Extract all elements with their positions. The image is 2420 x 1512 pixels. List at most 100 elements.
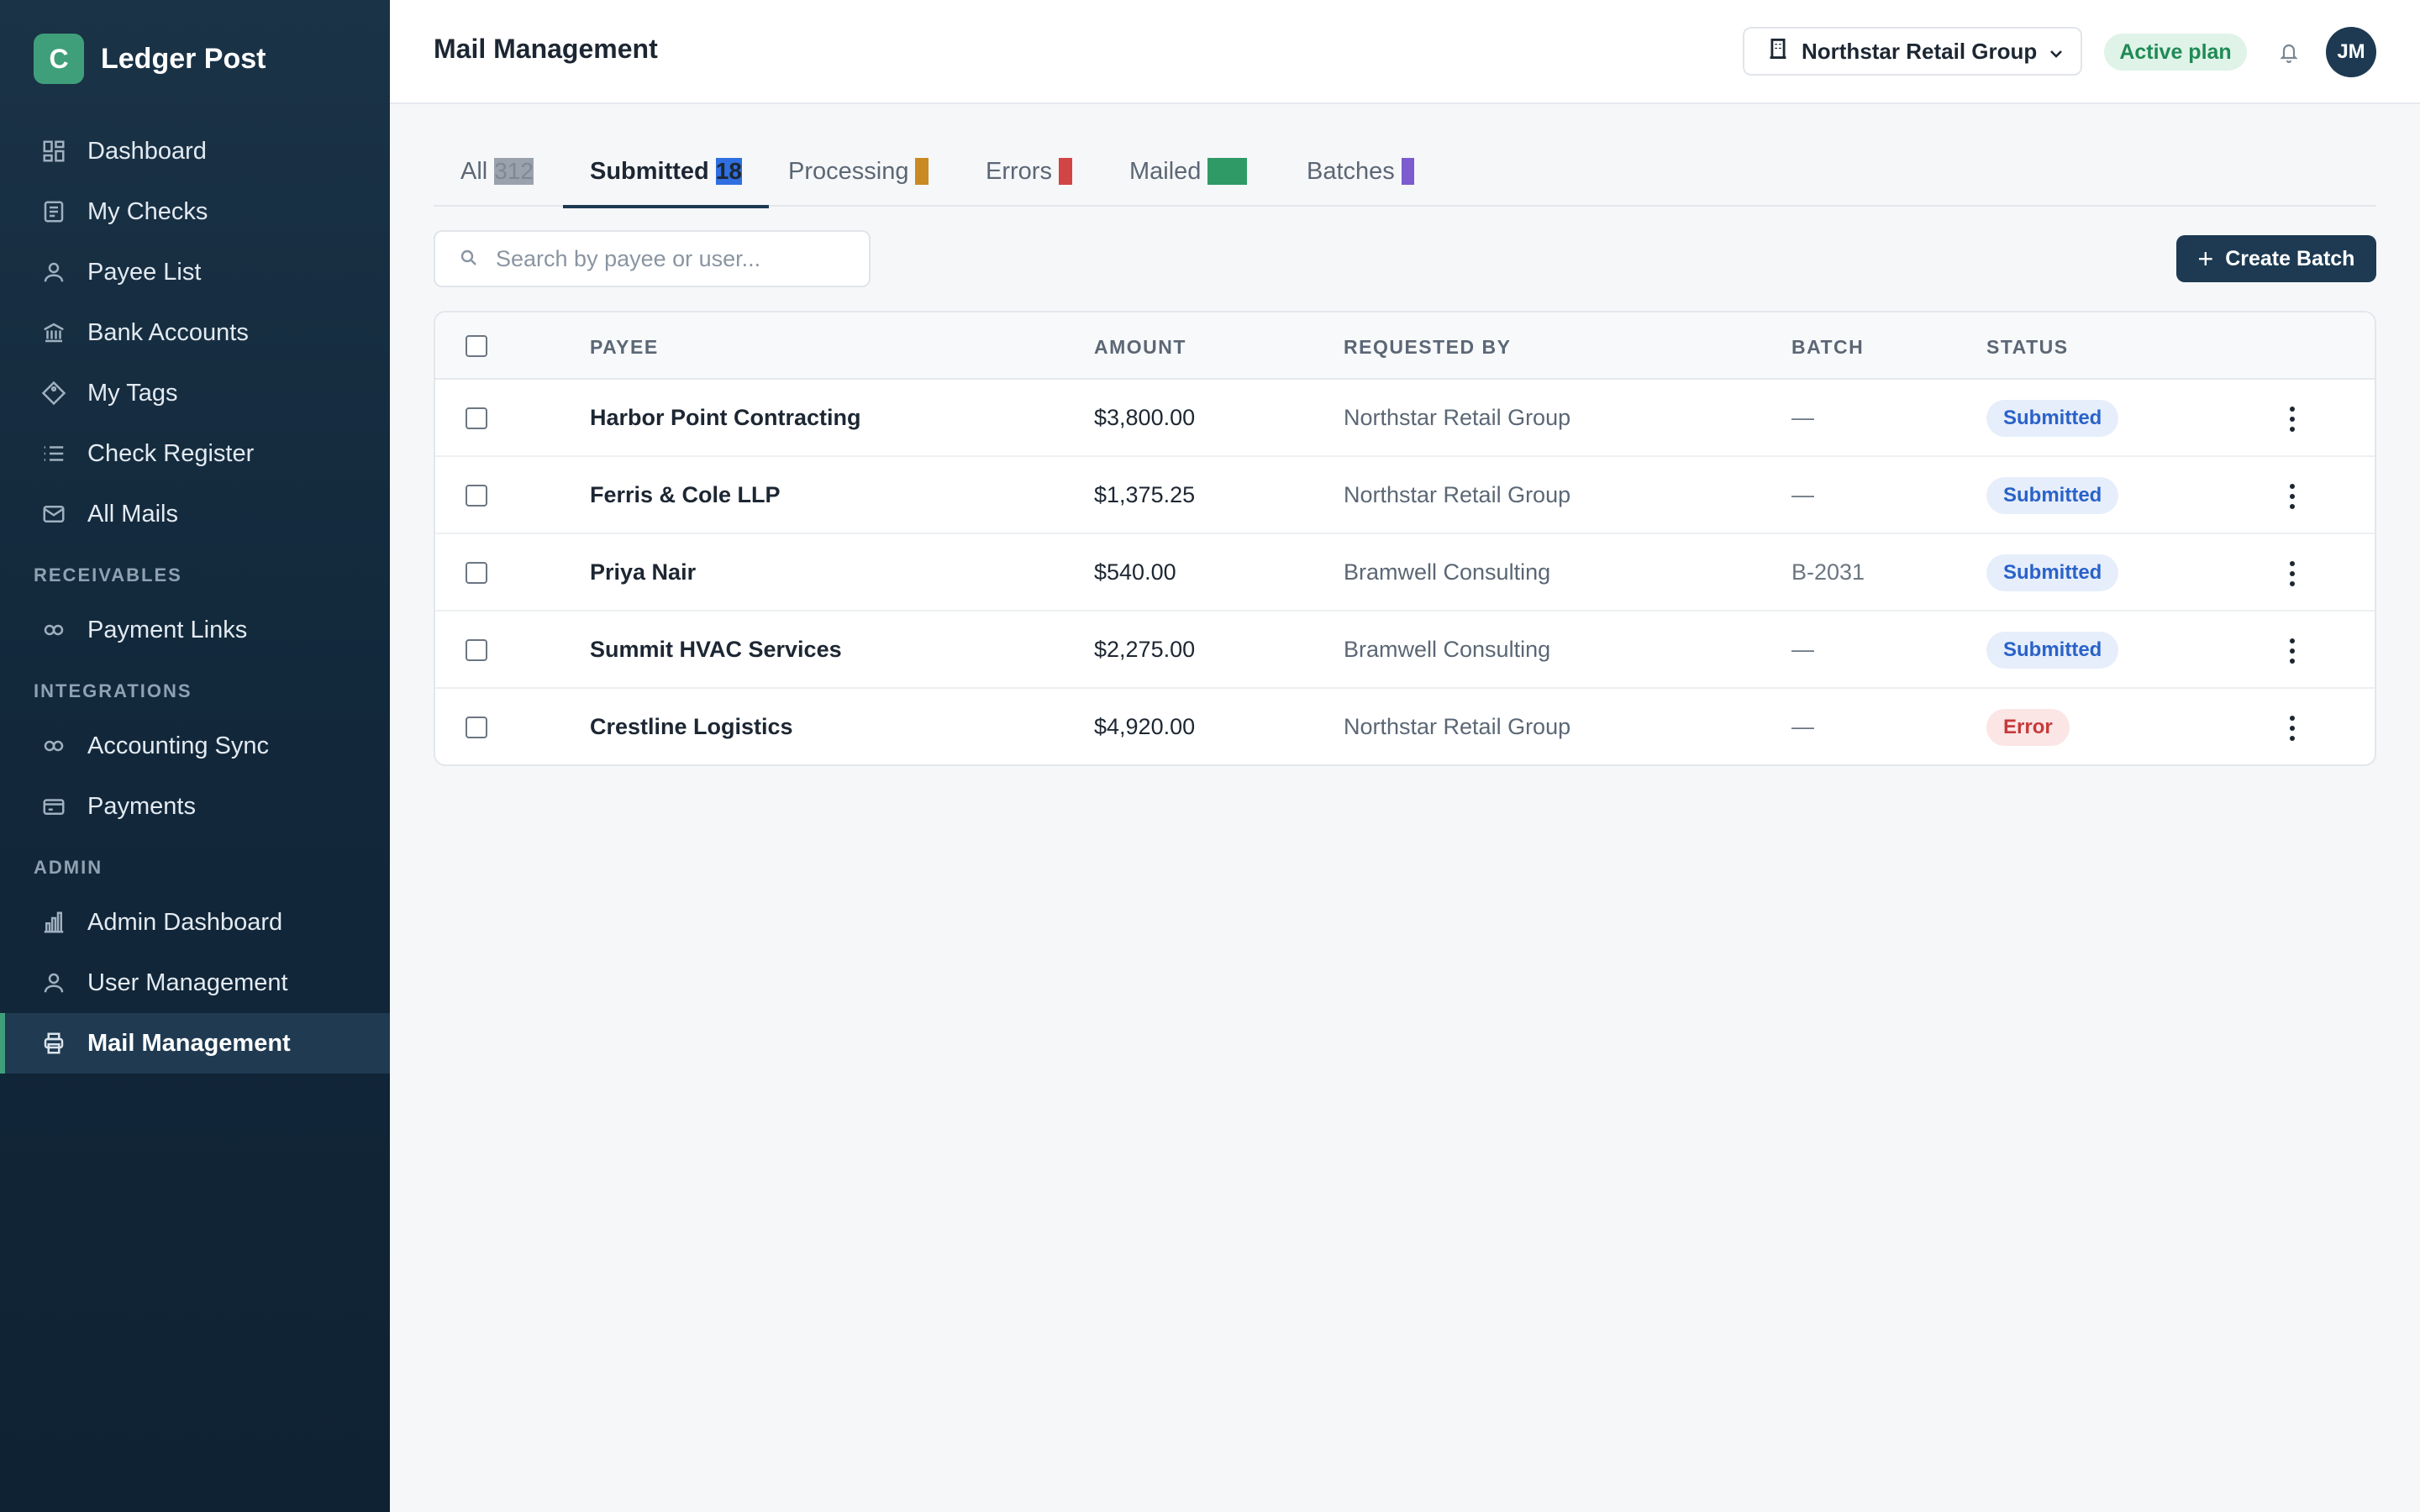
sidebar-item-bank-accounts[interactable]: Bank Accounts xyxy=(0,302,390,363)
tab-processing[interactable]: Processing 4 xyxy=(788,151,929,207)
table-row[interactable]: Harbor Point Contracting $3,800.00 Northst… xyxy=(435,380,2375,457)
sidebar-nav: Dashboard My Checks Payee List Bank Acco… xyxy=(0,121,390,1074)
chevron-down-icon xyxy=(2049,39,2064,65)
row-checkbox[interactable] xyxy=(466,639,487,661)
brand-logo: C xyxy=(34,34,84,84)
search-input[interactable] xyxy=(496,245,849,272)
tab-count: 4 xyxy=(915,158,929,185)
payee-cell: Summit HVAC Services xyxy=(590,637,842,662)
tab-count: 278 xyxy=(1207,158,1248,185)
payee-cell: Ferris & Cole LLP xyxy=(590,482,781,507)
org-selector[interactable]: Northstar Retail Group xyxy=(1743,27,2082,76)
select-all-checkbox[interactable] xyxy=(466,335,487,357)
more-actions-icon[interactable] xyxy=(2284,484,2301,509)
status-badge: Submitted xyxy=(1986,554,2119,591)
building-icon xyxy=(1768,38,1788,66)
tab-errors[interactable]: Errors 2 xyxy=(986,151,1072,207)
sidebar-item-mail-management[interactable]: Mail Management xyxy=(0,1013,390,1074)
tab-count: 312 xyxy=(494,158,534,185)
brand-name: Ledger Post xyxy=(101,42,266,75)
table-row[interactable]: Crestline Logistics $4,920.00 Northstar Re… xyxy=(435,689,2375,764)
requested-by-cell: Bramwell Consulting xyxy=(1344,637,1551,662)
sidebar-item-label: Payments xyxy=(87,792,196,820)
section-receivables: RECEIVABLES xyxy=(34,564,182,585)
tab-submitted[interactable]: Submitted 18 xyxy=(563,151,769,208)
card-icon xyxy=(40,793,67,820)
sidebar-item-admin-dashboard[interactable]: Admin Dashboard xyxy=(0,892,390,953)
requested-by-cell: Northstar Retail Group xyxy=(1344,714,1571,739)
sidebar-item-label: Admin Dashboard xyxy=(87,908,283,936)
sidebar-item-label: My Checks xyxy=(87,197,208,225)
sidebar-item-label: Mail Management xyxy=(87,1029,291,1057)
batch-cell: — xyxy=(1791,482,1814,507)
table-row[interactable]: Priya Nair $540.00 Bramwell Consulting B-20… xyxy=(435,534,2375,612)
table-row[interactable]: Ferris & Cole LLP $1,375.25 Northstar Reta… xyxy=(435,457,2375,534)
batch-cell: B-2031 xyxy=(1791,559,1865,585)
tab-count: 9 xyxy=(1401,158,1415,185)
batch-cell: — xyxy=(1791,637,1814,662)
tab-all[interactable]: All 312 xyxy=(460,151,534,207)
tab-mailed[interactable]: Mailed 278 xyxy=(1129,151,1248,207)
avatar[interactable]: JM xyxy=(2326,27,2376,77)
batch-cell: — xyxy=(1791,405,1814,430)
mail-icon xyxy=(40,501,67,528)
sidebar-item-payee-list[interactable]: Payee List xyxy=(0,242,390,302)
column-header-batch: BATCH xyxy=(1791,336,1865,358)
row-checkbox[interactable] xyxy=(466,562,487,584)
tab-label: All xyxy=(460,158,488,185)
status-badge: Submitted xyxy=(1986,477,2119,514)
sidebar-item-my-tags[interactable]: My Tags xyxy=(0,363,390,423)
mail-table: PAYEE AMOUNT REQUESTED BY BATCH STATUS H… xyxy=(434,311,2376,766)
sidebar-item-label: User Management xyxy=(87,969,288,996)
tab-label: Batches xyxy=(1307,158,1395,185)
link-icon xyxy=(40,617,67,643)
row-checkbox[interactable] xyxy=(466,717,487,738)
column-header-status: STATUS xyxy=(1986,336,2069,358)
tab-count: 2 xyxy=(1058,158,1072,185)
status-badge: Error xyxy=(1986,709,2070,746)
batch-cell: — xyxy=(1791,714,1814,739)
plus-icon: + xyxy=(2197,244,2214,274)
sidebar-item-all-mails[interactable]: All Mails xyxy=(0,484,390,544)
sidebar-item-payment-links[interactable]: Payment Links xyxy=(0,600,390,660)
printer-icon xyxy=(40,1030,67,1057)
bar-chart-icon xyxy=(40,909,67,936)
amount-cell: $4,920.00 xyxy=(1094,714,1196,739)
requested-by-cell: Northstar Retail Group xyxy=(1344,482,1571,507)
payee-cell: Harbor Point Contracting xyxy=(590,405,861,430)
sidebar-item-dashboard[interactable]: Dashboard xyxy=(0,121,390,181)
row-checkbox[interactable] xyxy=(466,485,487,507)
status-badge: Submitted xyxy=(1986,400,2119,437)
create-batch-button[interactable]: + Create Batch xyxy=(2176,235,2376,282)
column-header-requested-by: REQUESTED BY xyxy=(1344,336,1512,358)
tag-icon xyxy=(40,380,67,407)
brand[interactable]: C Ledger Post xyxy=(34,34,266,84)
sidebar-item-accounting-sync[interactable]: Accounting Sync xyxy=(0,716,390,776)
sidebar-item-payments[interactable]: Payments xyxy=(0,776,390,837)
more-actions-icon[interactable] xyxy=(2284,561,2301,586)
org-selector-label: Northstar Retail Group xyxy=(1802,38,2038,64)
plan-badge: Active plan xyxy=(2104,34,2247,71)
create-batch-label: Create Batch xyxy=(2225,246,2355,270)
section-admin: ADMIN xyxy=(34,857,103,878)
link-icon xyxy=(40,732,67,759)
list-icon xyxy=(40,440,67,467)
sidebar-item-check-register[interactable]: Check Register xyxy=(0,423,390,484)
sidebar-item-label: Payee List xyxy=(87,258,202,286)
tab-label: Mailed xyxy=(1129,158,1202,185)
sidebar-item-user-management[interactable]: User Management xyxy=(0,953,390,1013)
requested-by-cell: Bramwell Consulting xyxy=(1344,559,1551,585)
tab-count: 18 xyxy=(715,158,742,185)
more-actions-icon[interactable] xyxy=(2284,716,2301,741)
sidebar-item-label: All Mails xyxy=(87,500,178,528)
row-checkbox[interactable] xyxy=(466,407,487,429)
tab-batches[interactable]: Batches 9 xyxy=(1307,151,1415,207)
table-row[interactable]: Summit HVAC Services $2,275.00 Bramwell Co… xyxy=(435,612,2375,689)
search-box xyxy=(434,230,871,287)
more-actions-icon[interactable] xyxy=(2284,407,2301,432)
search-icon xyxy=(459,248,481,270)
bell-icon[interactable] xyxy=(2275,39,2302,66)
sidebar: C Ledger Post Dashboard My Checks Payee … xyxy=(0,0,390,1512)
sidebar-item-my-checks[interactable]: My Checks xyxy=(0,181,390,242)
more-actions-icon[interactable] xyxy=(2284,638,2301,664)
